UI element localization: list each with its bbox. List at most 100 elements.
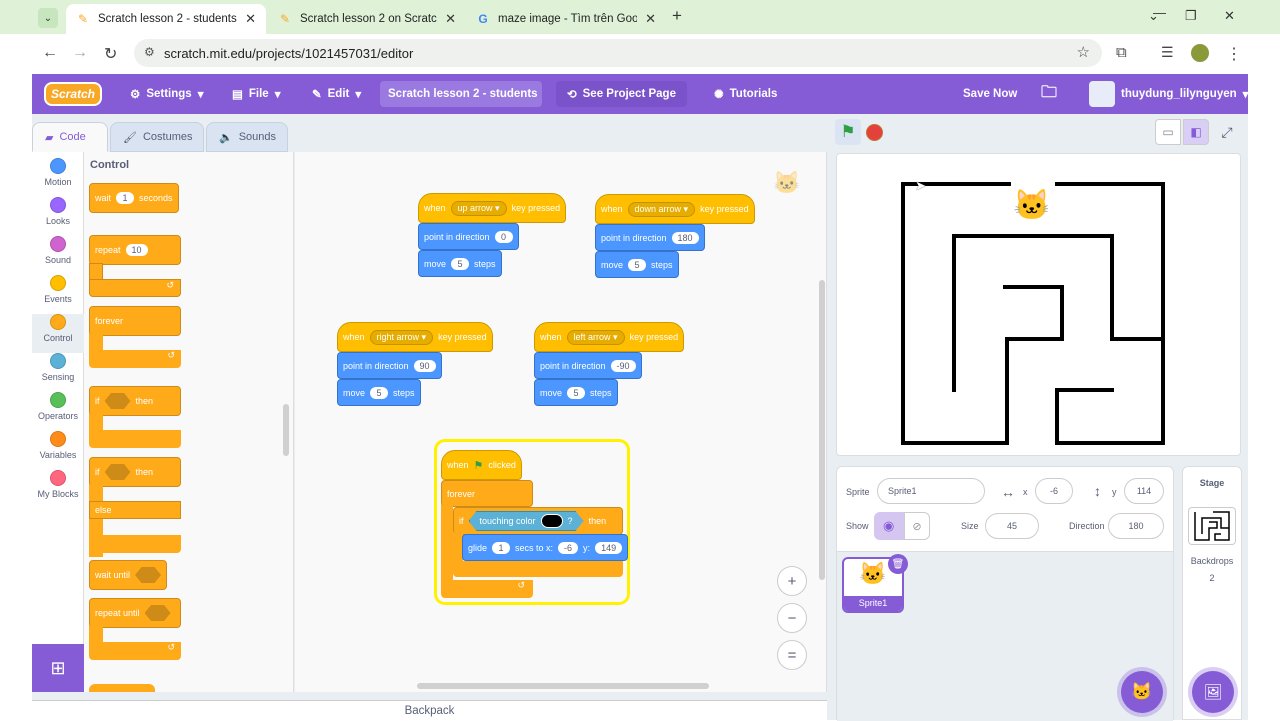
add-backdrop-button[interactable]: 🖼: [1192, 671, 1234, 713]
code-workspace[interactable]: 🐱 when up arrow ▾ key pressed point in d…: [295, 152, 827, 692]
when-flag-clicked-hat[interactable]: when ⚑ clicked: [441, 450, 522, 480]
browser-tab-3[interactable]: G maze image - Tìm trên Google ✕: [466, 4, 666, 34]
add-sprite-button[interactable]: 🐱: [1121, 671, 1163, 713]
move-steps-block[interactable]: move 5 steps: [534, 379, 618, 406]
settings-menu[interactable]: ⚙ Settings ▾: [130, 74, 203, 114]
back-icon[interactable]: ←: [42, 44, 58, 62]
my-stuff-folder-icon[interactable]: 🗀: [1041, 74, 1057, 114]
maximize-icon[interactable]: ❐: [1185, 8, 1197, 24]
category-looks[interactable]: Looks: [32, 197, 84, 226]
address-bar[interactable]: ⚙ scratch.mit.edu/projects/1021457031/ed…: [134, 39, 1102, 67]
sprite-name-input[interactable]: Sprite1: [877, 478, 985, 504]
point-in-direction-block[interactable]: point in direction 0: [418, 223, 519, 250]
category-variables[interactable]: Variables: [32, 431, 84, 460]
move-steps-block[interactable]: move 5 steps: [337, 379, 421, 406]
category-sensing[interactable]: Sensing: [32, 353, 84, 382]
file-menu[interactable]: ▤ File ▾: [232, 74, 280, 114]
scratch-logo[interactable]: Scratch: [44, 82, 102, 106]
fullscreen-icon[interactable]: ⤢: [1214, 119, 1240, 145]
y-input[interactable]: 114: [1124, 478, 1164, 504]
steps-input[interactable]: 5: [370, 386, 389, 399]
y-input[interactable]: 149: [595, 541, 623, 554]
zoom-in-button[interactable]: +: [777, 566, 807, 596]
zoom-out-button[interactable]: −: [777, 603, 807, 633]
show-hidden-toggle[interactable]: ⊘: [904, 512, 930, 540]
zoom-reset-button[interactable]: =: [777, 640, 807, 670]
new-tab-button[interactable]: +: [672, 6, 682, 26]
category-my-blocks[interactable]: My Blocks: [32, 470, 84, 499]
key-dropdown[interactable]: right arrow ▾: [369, 329, 434, 345]
stage-selector-pane[interactable]: Stage Backdrops 2 🖼: [1182, 466, 1242, 720]
browser-tab-1[interactable]: ✎ Scratch lesson 2 - students on S ✕: [66, 4, 266, 34]
point-in-direction-block[interactable]: point in direction 180: [595, 224, 705, 251]
boolean-slot[interactable]: [104, 464, 131, 480]
forward-icon[interactable]: →: [72, 44, 88, 62]
category-motion[interactable]: Motion: [32, 158, 84, 187]
when-key-pressed-hat[interactable]: when left arrow ▾ key pressed: [534, 322, 685, 352]
size-input[interactable]: 45: [985, 513, 1039, 539]
direction-input[interactable]: 90: [413, 359, 436, 372]
add-extension-button[interactable]: ⊞: [32, 644, 84, 692]
tutorials-button[interactable]: ✺ Tutorials: [714, 74, 777, 114]
repeat-block[interactable]: repeat 10 ↺: [89, 235, 181, 299]
number-input[interactable]: 1: [116, 192, 135, 204]
secs-input[interactable]: 1: [492, 541, 511, 554]
boolean-slot[interactable]: [135, 567, 162, 583]
wait-seconds-block[interactable]: wait 1 seconds: [89, 183, 179, 213]
browser-tab-2[interactable]: ✎ Scratch lesson 2 on Scratch ✕: [268, 4, 466, 34]
when-key-pressed-hat[interactable]: when down arrow ▾ key pressed: [595, 194, 755, 224]
sprite-cat[interactable]: 🐱: [1013, 188, 1050, 223]
touching-color-block[interactable]: touching color ?: [469, 511, 584, 531]
direction-input[interactable]: 180: [671, 231, 699, 244]
steps-input[interactable]: 5: [628, 258, 647, 271]
steps-input[interactable]: 5: [567, 386, 586, 399]
tab-code[interactable]: ▰ Code: [32, 122, 108, 152]
category-events[interactable]: Events: [32, 275, 84, 304]
minimize-icon[interactable]: —: [1153, 5, 1166, 20]
direction-input[interactable]: -90: [610, 359, 636, 372]
close-tab-icon[interactable]: ✕: [445, 11, 456, 27]
key-dropdown[interactable]: left arrow ▾: [566, 329, 625, 345]
category-control[interactable]: Control: [32, 314, 84, 353]
glide-to-xy-block[interactable]: glide 1 secs to x: -6 y: 149: [462, 534, 629, 561]
repeat-until-block[interactable]: repeat until ↺: [89, 598, 181, 662]
normal-stage-icon[interactable]: ◧: [1183, 119, 1209, 145]
green-flag-button[interactable]: ⚑: [835, 119, 861, 145]
when-key-pressed-hat[interactable]: when right arrow ▾ key pressed: [337, 322, 493, 352]
if-then-block[interactable]: if then: [89, 386, 181, 448]
small-stage-icon[interactable]: ▭: [1155, 119, 1181, 145]
account-menu[interactable]: thuydung_lilynguyen ▾: [1089, 74, 1248, 114]
forever-block[interactable]: forever ↺: [89, 306, 181, 370]
x-input[interactable]: -6: [1035, 478, 1073, 504]
edit-menu[interactable]: ✎ Edit ▾: [312, 74, 361, 114]
steps-input[interactable]: 5: [451, 257, 470, 270]
stage-canvas[interactable]: 🐱 ➤: [836, 153, 1241, 456]
tab-costumes[interactable]: 🖌 Costumes: [110, 122, 204, 152]
number-input[interactable]: 10: [125, 244, 148, 256]
point-in-direction-block[interactable]: point in direction -90: [534, 352, 642, 379]
point-in-direction-block[interactable]: point in direction 90: [337, 352, 442, 379]
move-steps-block[interactable]: move 5 steps: [595, 251, 679, 278]
tab-sounds[interactable]: 🔈 Sounds: [206, 122, 288, 152]
site-info-icon[interactable]: ⚙: [144, 45, 155, 59]
x-input[interactable]: -6: [558, 541, 579, 554]
key-dropdown[interactable]: down arrow ▾: [627, 201, 696, 217]
direction-input[interactable]: 0: [494, 230, 513, 243]
when-key-pressed-hat[interactable]: when up arrow ▾ key pressed: [418, 193, 567, 223]
if-else-block[interactable]: if then else: [89, 457, 181, 557]
stop-button[interactable]: [866, 124, 883, 141]
reading-list-icon[interactable]: ☰: [1161, 44, 1174, 61]
wait-until-block[interactable]: wait until: [89, 560, 168, 590]
see-project-page-button[interactable]: ⟲ See Project Page: [556, 81, 687, 107]
project-title-input[interactable]: Scratch lesson 2 - students: [380, 81, 542, 107]
extensions-icon[interactable]: ⧉: [1116, 44, 1127, 61]
palette-scrollbar[interactable]: [283, 404, 289, 456]
direction-input[interactable]: 180: [1108, 513, 1164, 539]
boolean-slot[interactable]: [144, 605, 171, 621]
close-tab-icon[interactable]: ✕: [645, 11, 656, 27]
tab-search-icon[interactable]: ⌄: [38, 8, 58, 28]
close-window-icon[interactable]: ✕: [1224, 8, 1235, 24]
category-operators[interactable]: Operators: [32, 392, 84, 421]
workspace-v-scrollbar[interactable]: [819, 280, 825, 580]
delete-sprite-icon[interactable]: 🗑: [888, 554, 908, 574]
